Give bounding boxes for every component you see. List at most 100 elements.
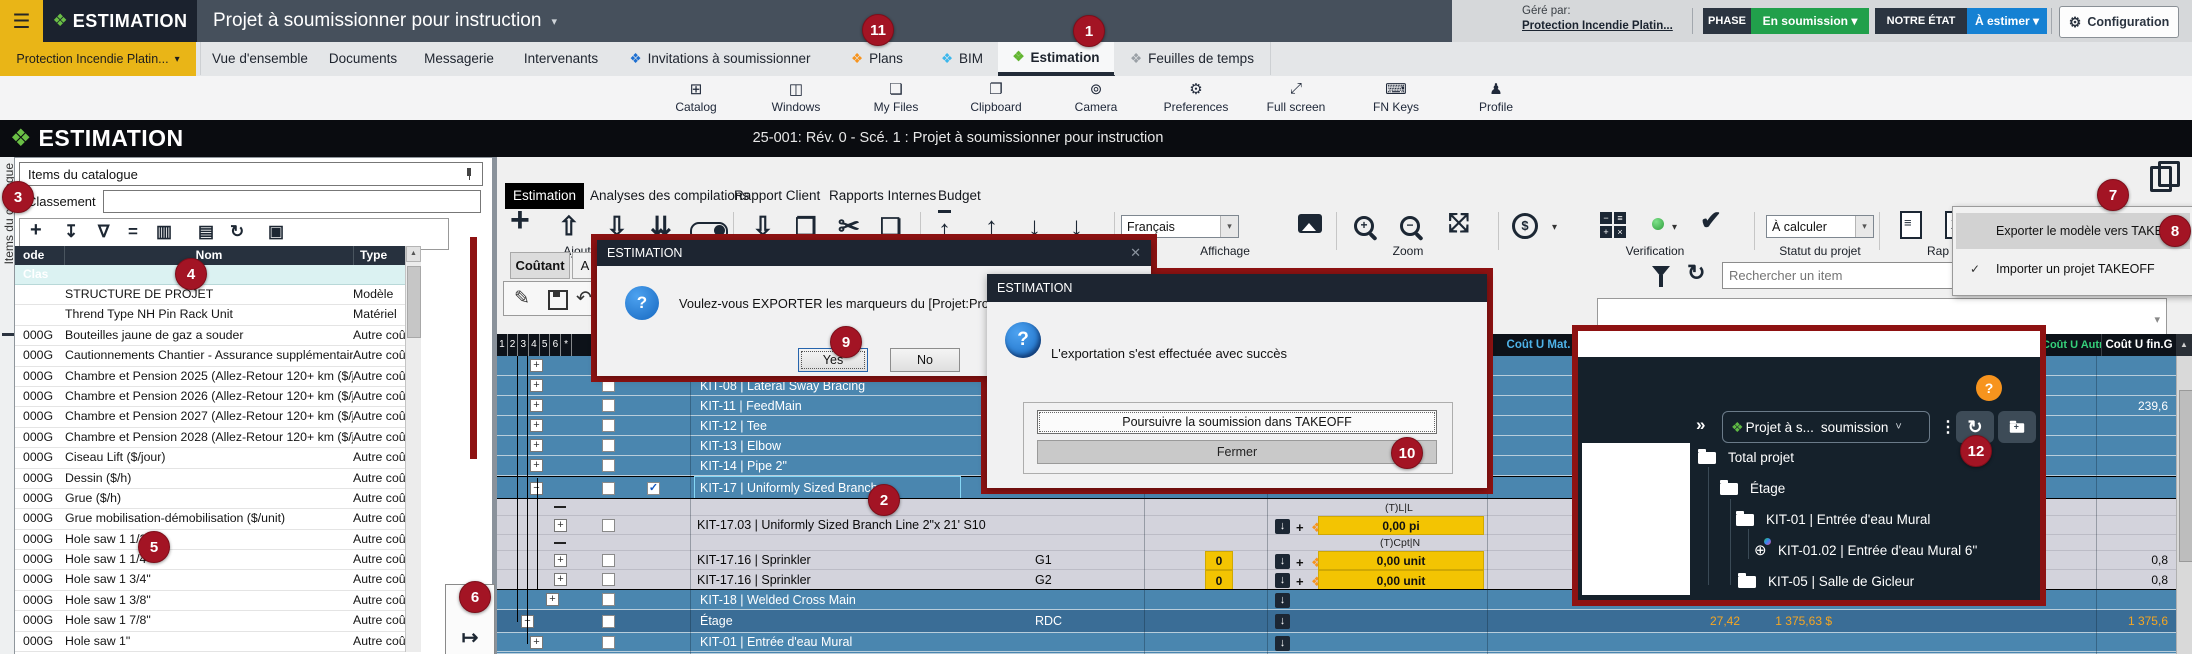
edit-pencil-icon[interactable] xyxy=(514,287,530,310)
grid-scroll-up-icon[interactable] xyxy=(2176,334,2192,356)
row-checkbox[interactable] xyxy=(602,519,615,532)
column-cout-u-fing[interactable]: Coût U fin.G xyxy=(2104,334,2174,356)
expand-icon[interactable] xyxy=(530,379,543,392)
my-files-button[interactable]: My Files xyxy=(846,80,946,116)
catalog-row[interactable]: 000GChambre et Pension 2025 (Allez-Retou… xyxy=(15,367,405,387)
import-icon[interactable] xyxy=(64,222,78,242)
catalog-row[interactable]: 000GBouteilles jaune de gaz a souderAutr… xyxy=(15,326,405,346)
expand-icon[interactable] xyxy=(1448,206,1469,238)
project-dropdown-caret-icon[interactable]: ▾ xyxy=(551,15,557,28)
scroll-up-icon[interactable]: ▲ xyxy=(406,246,421,262)
expand-icon[interactable] xyxy=(530,419,543,432)
chevron-down-icon[interactable] xyxy=(1672,222,1677,233)
add-icon[interactable] xyxy=(30,219,42,242)
window-arrange-icon[interactable] xyxy=(2150,166,2172,192)
tree-node-kit05[interactable]: KIT-05 | Salle de Gicleur xyxy=(1768,574,1914,589)
refresh-icon[interactable] xyxy=(230,222,244,242)
status-dot-icon[interactable] xyxy=(1652,218,1664,230)
column-type[interactable]: Type xyxy=(354,246,406,265)
table-row[interactable]: KIT-01 | Entrée d'eau Mural xyxy=(497,633,2176,652)
image-icon[interactable] xyxy=(268,222,284,242)
undo-icon[interactable] xyxy=(576,287,592,310)
catalog-row[interactable]: 000GChambre et Pension 2026 (Allez-Retou… xyxy=(15,387,405,407)
printer-icon[interactable] xyxy=(198,222,214,242)
continue-takeoff-button[interactable]: Poursuivre la soumission dans TAKEOFF xyxy=(1037,410,1437,434)
pin-icon[interactable] xyxy=(464,168,474,180)
tab-documents[interactable]: Documents xyxy=(318,42,409,75)
close-dialog-button[interactable]: Fermer xyxy=(1037,440,1437,464)
refresh-icon[interactable] xyxy=(1687,260,1705,286)
level-column-header[interactable]: * xyxy=(561,334,572,356)
managed-by-link[interactable]: Protection Incendie Platin... xyxy=(1522,20,1673,32)
row-checkbox[interactable] xyxy=(602,439,615,452)
tab-estimation[interactable]: Estimation xyxy=(998,42,1115,76)
full-screen-button[interactable]: Full screen xyxy=(1246,80,1346,116)
filter-funnel-icon[interactable] xyxy=(1652,266,1670,277)
catalog-row[interactable]: 000GHole saw 1 7/8"Autre coû xyxy=(15,611,405,631)
level-column-header[interactable]: 3 xyxy=(518,334,529,356)
scrollbar-thumb[interactable] xyxy=(407,266,421,338)
download-marker-icon[interactable] xyxy=(1275,636,1290,651)
download-marker-icon[interactable] xyxy=(1275,614,1290,629)
image-view-icon[interactable] xyxy=(1298,214,1322,233)
tree-node-kit01[interactable]: KIT-01 | Entrée d'eau Mural xyxy=(1766,512,1930,527)
report-document-icon[interactable] xyxy=(1900,211,1922,239)
row-checkbox[interactable] xyxy=(602,459,615,472)
add-folder-button[interactable] xyxy=(1998,411,2036,443)
clipboard-button[interactable]: Clipboard xyxy=(946,80,1046,116)
classement-input[interactable] xyxy=(103,190,481,213)
download-marker-icon[interactable] xyxy=(1275,573,1290,588)
catalog-row[interactable]: 000GHole saw 1 3/8"Autre coû xyxy=(15,591,405,611)
chevron-down-icon[interactable] xyxy=(1552,222,1557,233)
phase-value-dropdown[interactable]: En soumission ▾ xyxy=(1751,8,1869,34)
column-code-class[interactable]: ode Clas xyxy=(15,246,65,265)
catalog-row[interactable]: 000GChambre et Pension 2028 (Allez-Retou… xyxy=(15,428,405,448)
kebab-menu-icon[interactable] xyxy=(1940,417,1956,437)
expand-icon[interactable] xyxy=(554,573,567,586)
count-cell[interactable]: 0 xyxy=(1205,570,1233,590)
configuration-button[interactable]: Configuration xyxy=(2059,6,2179,38)
expand-icon[interactable] xyxy=(554,519,567,532)
catalog-row[interactable]: 000GHole saw 1 1/2"Autre coû xyxy=(15,530,405,550)
scrollbar-thumb[interactable] xyxy=(2179,390,2192,562)
menu-item-import-takeoff[interactable]: Importer un projet TAKEOFF xyxy=(1956,251,2190,287)
download-marker-icon[interactable] xyxy=(1275,519,1290,534)
zoom-in-icon[interactable]: + xyxy=(1354,216,1374,236)
catalog-row[interactable]: Thrend Type NH Pin Rack UnitMatériel xyxy=(15,305,405,325)
row-checkbox-checked[interactable] xyxy=(647,482,660,495)
tab-bim[interactable]: BIM xyxy=(926,42,999,75)
no-button[interactable]: No xyxy=(890,348,960,372)
expand-icon[interactable] xyxy=(530,636,543,649)
row-checkbox[interactable] xyxy=(602,636,615,649)
add-item-icon[interactable] xyxy=(510,204,530,238)
quantity-cell[interactable]: 0,00 pi xyxy=(1318,516,1484,535)
row-checkbox[interactable] xyxy=(602,615,615,628)
level-column-header[interactable]: 4 xyxy=(529,334,540,356)
expand-icon[interactable] xyxy=(530,399,543,412)
tree-node-total-projet[interactable]: Total projet xyxy=(1728,450,1794,465)
menu-rapports-internes[interactable]: Rapports Internes xyxy=(821,183,944,209)
download-marker-icon[interactable] xyxy=(1275,554,1290,569)
catalog-row[interactable]: 000GCautionnements Chantier - Assurance … xyxy=(15,346,405,366)
tab-feuilles-de-temps[interactable]: Feuilles de temps xyxy=(1114,42,1271,75)
fn-keys-button[interactable]: FN Keys xyxy=(1346,80,1446,116)
quantity-cell[interactable]: 0,00 unit xyxy=(1318,570,1484,590)
windows-button[interactable]: Windows xyxy=(746,80,846,116)
row-checkbox[interactable] xyxy=(602,399,615,412)
chart-icon[interactable] xyxy=(156,222,172,242)
catalog-row[interactable]: 000GCiseau Lift ($/jour)Autre coû xyxy=(15,448,405,468)
tab-coutant[interactable]: Coûtant xyxy=(510,252,570,279)
hamburger-menu-icon[interactable] xyxy=(0,0,43,42)
catalog-button[interactable]: Catalog xyxy=(646,80,746,116)
tab-intervenants[interactable]: Intervenants xyxy=(510,42,613,75)
row-checkbox[interactable] xyxy=(602,482,615,495)
tab-messagerie[interactable]: Messagerie xyxy=(408,42,511,75)
menu-budget[interactable]: Budget xyxy=(930,183,989,209)
project-selector-pill[interactable]: Projet à s... soumission ˅ xyxy=(1722,411,1930,443)
help-icon[interactable] xyxy=(1976,375,2002,401)
org-selector-tab[interactable]: Protection Incendie Platin...▾ xyxy=(0,42,196,76)
filter-icon[interactable] xyxy=(98,222,109,242)
currency-refresh-icon[interactable]: $ xyxy=(1512,213,1538,239)
level-column-header[interactable]: 5 xyxy=(540,334,551,356)
tab-vue-densemble[interactable]: Vue d'ensemble xyxy=(200,42,320,75)
